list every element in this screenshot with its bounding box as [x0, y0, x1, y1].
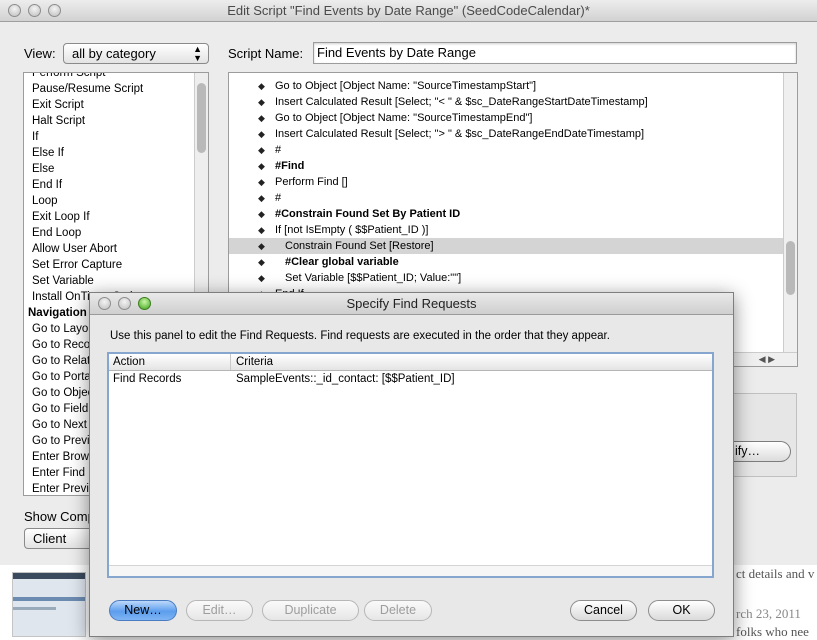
- scroll-arrows-icon[interactable]: ◀ ▶: [759, 354, 775, 365]
- view-select-value: all by category: [72, 46, 156, 61]
- script-line-text: #Clear global variable: [285, 256, 399, 268]
- script-line[interactable]: ◆ Insert Calculated Result [Select; "> " …: [229, 126, 797, 142]
- script-line-text: Perform Find []: [275, 176, 348, 188]
- drag-handle-icon[interactable]: ◆: [258, 190, 265, 206]
- script-step-item[interactable]: Pause/Resume Script: [24, 81, 208, 97]
- background-date: rch 23, 2011: [736, 606, 801, 621]
- close-window-icon[interactable]: [8, 4, 21, 17]
- view-select[interactable]: all by category ▲ ▼: [63, 43, 209, 64]
- drag-handle-icon[interactable]: ◆: [258, 206, 265, 222]
- script-line[interactable]: ◆ Perform Find []: [229, 174, 797, 190]
- script-step-item[interactable]: Set Error Capture: [24, 257, 208, 273]
- step-options-panel: [733, 393, 797, 477]
- dialog-titlebar[interactable]: Specify Find Requests: [90, 293, 733, 315]
- table-header: Action Criteria: [109, 354, 712, 371]
- script-line[interactable]: ◆ Go to Object [Object Name: "SourceTimes…: [229, 110, 797, 126]
- script-step-item[interactable]: End Loop: [24, 225, 208, 241]
- background-thumbnail: [12, 572, 86, 637]
- script-step-item[interactable]: Halt Script: [24, 113, 208, 129]
- view-label: View:: [24, 46, 56, 61]
- script-step-item[interactable]: End If: [24, 177, 208, 193]
- script-step-item[interactable]: Loop: [24, 193, 208, 209]
- script-line-text: #: [275, 192, 282, 204]
- column-header-criteria[interactable]: Criteria: [232, 354, 273, 370]
- delete-button[interactable]: Delete: [364, 600, 432, 621]
- script-line-text: Set Variable [$$Patient_ID; Value:""]: [285, 272, 462, 284]
- column-header-action[interactable]: Action: [109, 354, 231, 370]
- steps-scroll-thumb[interactable]: [197, 83, 206, 153]
- cancel-button[interactable]: Cancel: [570, 600, 637, 621]
- edit-button[interactable]: Edit…: [186, 600, 253, 621]
- script-line[interactable]: ◆ Constrain Found Set [Restore]: [229, 238, 797, 254]
- drag-handle-icon[interactable]: ◆: [258, 110, 265, 126]
- script-line-text: Go to Object [Object Name: "SourceTimest…: [275, 80, 537, 92]
- zoom-dialog-icon[interactable]: [138, 297, 151, 310]
- compatibility-select[interactable]: Client: [24, 528, 90, 549]
- background-text: folks who nee: [736, 624, 809, 639]
- drag-handle-icon[interactable]: ◆: [258, 158, 265, 174]
- minimize-window-icon[interactable]: [28, 4, 41, 17]
- script-step-item[interactable]: Else If: [24, 145, 208, 161]
- table-row[interactable]: Find Records SampleEvents::_id_contact: …: [109, 371, 712, 388]
- ok-button[interactable]: OK: [648, 600, 715, 621]
- row-action: Find Records: [113, 373, 182, 385]
- background-text: ct details and v: [736, 566, 815, 581]
- window-title: Edit Script "Find Events by Date Range" …: [227, 3, 590, 18]
- script-step-item[interactable]: Set Variable: [24, 273, 208, 289]
- script-line[interactable]: ◆ Go to Object [Object Name: "SourceTimes…: [229, 78, 797, 94]
- script-line-text: #: [275, 144, 282, 156]
- script-line[interactable]: ◆ Set Variable [$$Patient_ID; Value:""]: [229, 270, 797, 286]
- script-line[interactable]: ◆ #Clear global variable: [229, 254, 797, 270]
- dialog-instructions: Use this panel to edit the Find Requests…: [110, 330, 610, 342]
- row-criteria: SampleEvents::_id_contact: [$$Patient_ID…: [236, 373, 455, 385]
- script-step-item[interactable]: Else: [24, 161, 208, 177]
- script-line[interactable]: ◆ #Constrain Found Set By Patient ID: [229, 206, 797, 222]
- script-step-item[interactable]: Allow User Abort: [24, 241, 208, 257]
- table-horizontal-scrollbar[interactable]: [109, 565, 712, 576]
- script-line[interactable]: ◆ #: [229, 190, 797, 206]
- drag-handle-icon[interactable]: ◆: [258, 270, 265, 286]
- drag-handle-icon[interactable]: ◆: [258, 254, 265, 270]
- drag-handle-icon[interactable]: ◆: [258, 142, 265, 158]
- new-button[interactable]: New…: [109, 600, 177, 621]
- script-line[interactable]: ◆ If [not IsEmpty ( $$Patient_ID )]: [229, 222, 797, 238]
- minimize-dialog-icon[interactable]: [118, 297, 131, 310]
- drag-handle-icon[interactable]: ◆: [258, 174, 265, 190]
- find-requests-table[interactable]: Action Criteria Find Records SampleEvent…: [107, 352, 714, 578]
- script-line[interactable]: ◆ #: [229, 142, 797, 158]
- zoom-window-icon[interactable]: [48, 4, 61, 17]
- drag-handle-icon[interactable]: ◆: [258, 94, 265, 110]
- editor-scroll-thumb[interactable]: [786, 241, 795, 295]
- drag-handle-icon[interactable]: ◆: [258, 78, 265, 94]
- script-line-text: If [not IsEmpty ( $$Patient_ID )]: [275, 224, 429, 236]
- close-dialog-icon[interactable]: [98, 297, 111, 310]
- script-line[interactable]: ◆ #Find: [229, 158, 797, 174]
- script-name-label: Script Name:: [228, 46, 304, 61]
- script-line-text: #Find: [275, 160, 305, 172]
- dialog-title: Specify Find Requests: [346, 296, 477, 311]
- script-step-item[interactable]: Perform Script: [24, 73, 208, 81]
- drag-handle-icon[interactable]: ◆: [258, 238, 265, 254]
- show-compatibility-label: Show Compatibility: [24, 509, 90, 524]
- specify-button[interactable]: ify…: [733, 441, 791, 462]
- script-step-item[interactable]: Exit Loop If: [24, 209, 208, 225]
- script-name-input[interactable]: Find Events by Date Range: [313, 42, 797, 64]
- script-line-text: Insert Calculated Result [Select; "< " &…: [275, 96, 648, 108]
- script-line-text: Go to Object [Object Name: "SourceTimest…: [275, 112, 533, 124]
- script-line[interactable]: ◆ Insert Calculated Result [Select; "< " …: [229, 94, 797, 110]
- script-step-item[interactable]: If: [24, 129, 208, 145]
- script-line-text: Insert Calculated Result [Select; "> " &…: [275, 128, 645, 140]
- duplicate-button[interactable]: Duplicate: [262, 600, 359, 621]
- script-step-item[interactable]: Exit Script: [24, 97, 208, 113]
- editor-vertical-scrollbar[interactable]: [783, 73, 797, 353]
- specify-find-requests-dialog: Specify Find Requests Use this panel to …: [89, 292, 734, 637]
- drag-handle-icon[interactable]: ◆: [258, 126, 265, 142]
- drag-handle-icon[interactable]: ◆: [258, 222, 265, 238]
- script-line-text: Constrain Found Set [Restore]: [285, 240, 434, 252]
- window-titlebar[interactable]: Edit Script "Find Events by Date Range" …: [0, 0, 817, 22]
- script-line-text: #Constrain Found Set By Patient ID: [275, 208, 461, 220]
- select-arrows-icon: ▲ ▼: [193, 44, 202, 63]
